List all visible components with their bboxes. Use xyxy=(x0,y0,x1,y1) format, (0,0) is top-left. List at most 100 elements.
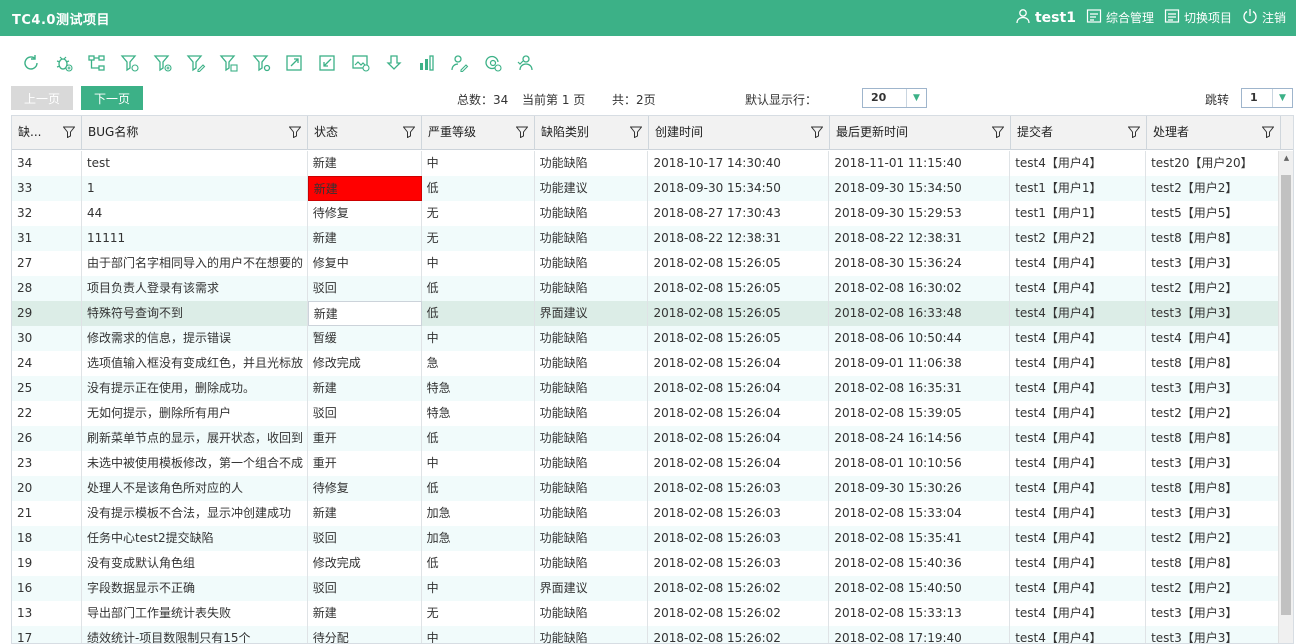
table-row[interactable]: 30 修改需求的信息，提示错误 暂缓中功能缺陷 2018-02-08 15:26:05… xyxy=(12,326,1280,351)
table-cell: 功能缺陷 xyxy=(535,226,649,251)
jump-page-select[interactable]: 1 ▼ xyxy=(1241,88,1293,108)
table-cell: 20 xyxy=(12,476,82,501)
switch-project-link[interactable]: 切换项目 xyxy=(1164,8,1232,27)
export-icon[interactable] xyxy=(284,52,306,74)
filter-settings-icon[interactable] xyxy=(251,52,273,74)
batch-users-icon[interactable] xyxy=(515,52,537,74)
table-cell: 修复中 xyxy=(308,251,422,276)
table-cell: 驳回 xyxy=(308,576,422,601)
table-row[interactable]: 34 test 新建中功能缺陷 2018-10-17 14:30:40 2018-11-… xyxy=(12,151,1280,176)
logout-link[interactable]: 注销 xyxy=(1242,8,1286,27)
filter-icon[interactable] xyxy=(992,126,1004,138)
filter-icon[interactable] xyxy=(1128,126,1140,138)
table-cell: test20【用户20】 xyxy=(1146,151,1280,176)
table-cell: 2018-09-30 15:30:26 xyxy=(829,476,1011,501)
filter-icon[interactable] xyxy=(516,126,528,138)
table-cell: 无 xyxy=(422,201,535,226)
download-icon[interactable] xyxy=(383,52,405,74)
table-row[interactable]: 20 处理人不是该角色所对应的人 待修复低功能缺陷 2018-02-08 15:26:… xyxy=(12,476,1280,501)
table-cell: 处理人不是该角色所对应的人 xyxy=(82,476,308,501)
app-title: TC4.0测试项目 xyxy=(12,13,110,28)
table-row[interactable]: 25 没有提示正在使用，删除成功。 新建 特急 功能缺陷 2018-02-08 15:26… xyxy=(12,376,1280,401)
table-row[interactable]: 26 刷新菜单节点的显示，展开状态，收回到 重开低功能缺陷 2018-02-08 15… xyxy=(12,426,1280,451)
table-cell: test3【用户3】 xyxy=(1146,251,1280,276)
filter-edit-icon[interactable] xyxy=(185,52,207,74)
next-page-button[interactable]: 下一页 xyxy=(81,86,143,110)
column-header[interactable]: 缺陷类别 xyxy=(535,116,649,150)
table-row[interactable]: 19 没有变成默认角色组 修改完成低功能缺陷 2018-02-08 15:26:03 2… xyxy=(12,551,1280,576)
filter-icon[interactable] xyxy=(1262,126,1274,138)
table-row[interactable]: 18 任务中心test2提交缺陷 驳回 加急 功能缺陷 2018-02-08 15:26:… xyxy=(12,526,1280,551)
table-row[interactable]: 23 未选中被使用模板修改，第一个组合不成 重开中功能缺陷 2018-02-08 15… xyxy=(12,451,1280,476)
table-cell: 2018-02-08 16:33:48 xyxy=(829,301,1011,326)
table-row[interactable]: 16 字段数据显示不正确 驳回中界面建议 2018-02-08 15:26:02 201… xyxy=(12,576,1280,601)
import-icon[interactable] xyxy=(317,52,339,74)
table-cell: 2018-09-01 11:06:38 xyxy=(829,351,1011,376)
vertical-scrollbar[interactable]: ▲ xyxy=(1278,151,1293,643)
table-cell: 驳回 xyxy=(308,526,422,551)
column-header[interactable]: 状态 xyxy=(308,116,422,150)
column-header[interactable]: 缺... xyxy=(12,116,82,150)
top-bar: TC4.0测试项目 test1 综合管理 切换项目 注销 xyxy=(0,0,1296,36)
table-row[interactable]: 27 由于部门名字相同导入的用户不在想要的 修复中中功能缺陷 2018-02-08 1… xyxy=(12,251,1280,276)
filter-icon[interactable] xyxy=(289,126,301,138)
table-row[interactable]: 31 11111 新建无功能缺陷 2018-08-22 12:38:31 2018-08… xyxy=(12,226,1280,251)
table-cell: 导出部门工作量统计表失败 xyxy=(82,601,308,626)
table-row[interactable]: 28 项目负责人登录有该需求 驳回低功能缺陷 2018-02-08 15:26:05 2… xyxy=(12,276,1280,301)
manage-icon xyxy=(1086,8,1102,27)
chart-icon[interactable] xyxy=(416,52,438,74)
column-header[interactable]: 严重等级 xyxy=(422,116,535,150)
column-header-label: 处理者 xyxy=(1153,125,1190,139)
column-header-label: 最后更新时间 xyxy=(836,125,909,139)
column-header[interactable]: 创建时间 xyxy=(649,116,830,150)
table-row[interactable]: 21 没有提示模板不合法，显示冲创建成功 新建 加急 功能缺陷 2018-02-08 15… xyxy=(12,501,1280,526)
filter-icon[interactable] xyxy=(811,126,823,138)
table-row[interactable]: 24 选项值输入框没有变成红色，并且光标放 修改完成急功能缺陷 2018-02-08 … xyxy=(12,351,1280,376)
manage-link[interactable]: 综合管理 xyxy=(1086,8,1154,27)
filter-icon[interactable] xyxy=(630,126,642,138)
table-cell: 任务中心test2提交缺陷 xyxy=(82,526,308,551)
refresh-icon[interactable] xyxy=(20,52,42,74)
prev-page-button[interactable]: 上一页 xyxy=(11,86,73,110)
logout-label: 注销 xyxy=(1261,11,1286,25)
table-cell: 中 xyxy=(422,576,535,601)
column-header[interactable]: BUG名称 xyxy=(82,116,308,150)
filter-icon[interactable] xyxy=(403,126,415,138)
image-export-icon[interactable] xyxy=(350,52,372,74)
table-row[interactable]: 22 无如何提示，删除所有用户 驳回 特急 功能缺陷 2018-02-08 15:26:0… xyxy=(12,401,1280,426)
column-header[interactable]: 提交者 xyxy=(1011,116,1147,150)
bug-add-icon[interactable] xyxy=(53,52,75,74)
table-cell: 2018-08-24 16:14:56 xyxy=(829,426,1011,451)
table-cell: 2018-02-08 15:26:04 xyxy=(648,376,830,401)
table-cell: 30 xyxy=(12,326,82,351)
jump-label: 跳转 xyxy=(1205,93,1230,107)
table-row[interactable]: 17 绩效统计-项目数限制只有15个 待分配中功能缺陷 2018-02-08 15:2… xyxy=(12,626,1280,643)
scroll-up-icon[interactable]: ▲ xyxy=(1279,151,1293,165)
table-row[interactable]: 33 1 新建低功能建议 2018-09-30 15:34:50 2018-09-30 … xyxy=(12,176,1280,201)
table-row[interactable]: 29 特殊符号查询不到 新建低界面建议 2018-02-08 15:26:05 2018… xyxy=(12,301,1280,326)
user-menu[interactable]: test1 xyxy=(1015,8,1076,27)
table-cell: 18 xyxy=(12,526,82,551)
table-cell: 新建 xyxy=(308,376,422,401)
table-cell: 21 xyxy=(12,501,82,526)
table-cell: test2【用户2】 xyxy=(1010,226,1147,251)
bug-table: 缺... BUG名称 状态 严重等级 缺陷类别 创建时间 最后更新时间 提交者 处理者 34 te… xyxy=(11,115,1294,644)
column-header[interactable]: 最后更新时间 xyxy=(830,116,1011,150)
table-cell: 绩效统计-项目数限制只有15个 xyxy=(82,626,308,643)
filter-icon[interactable] xyxy=(119,52,141,74)
column-header[interactable]: 处理者 xyxy=(1147,116,1281,150)
tree-icon[interactable] xyxy=(86,52,108,74)
rows-per-page-select[interactable]: 20 ▼ xyxy=(862,88,927,108)
table-row[interactable]: 13 导出部门工作量统计表失败 新建无功能缺陷 2018-02-08 15:26:02… xyxy=(12,601,1280,626)
scrollbar-thumb[interactable] xyxy=(1281,175,1291,615)
table-cell: test4【用户4】 xyxy=(1010,251,1147,276)
assign-users-icon[interactable] xyxy=(449,52,471,74)
table-cell: test2【用户2】 xyxy=(1146,276,1280,301)
reassign-icon[interactable] xyxy=(482,52,504,74)
filter-add-icon[interactable] xyxy=(152,52,174,74)
filter-delete-icon[interactable] xyxy=(218,52,240,74)
filter-icon[interactable] xyxy=(63,126,75,138)
table-row[interactable]: 32 44 待修复无功能缺陷 2018-08-27 17:30:43 2018-09-3… xyxy=(12,201,1280,226)
column-header-label: 缺陷类别 xyxy=(541,125,590,139)
table-cell: 功能缺陷 xyxy=(535,626,649,643)
